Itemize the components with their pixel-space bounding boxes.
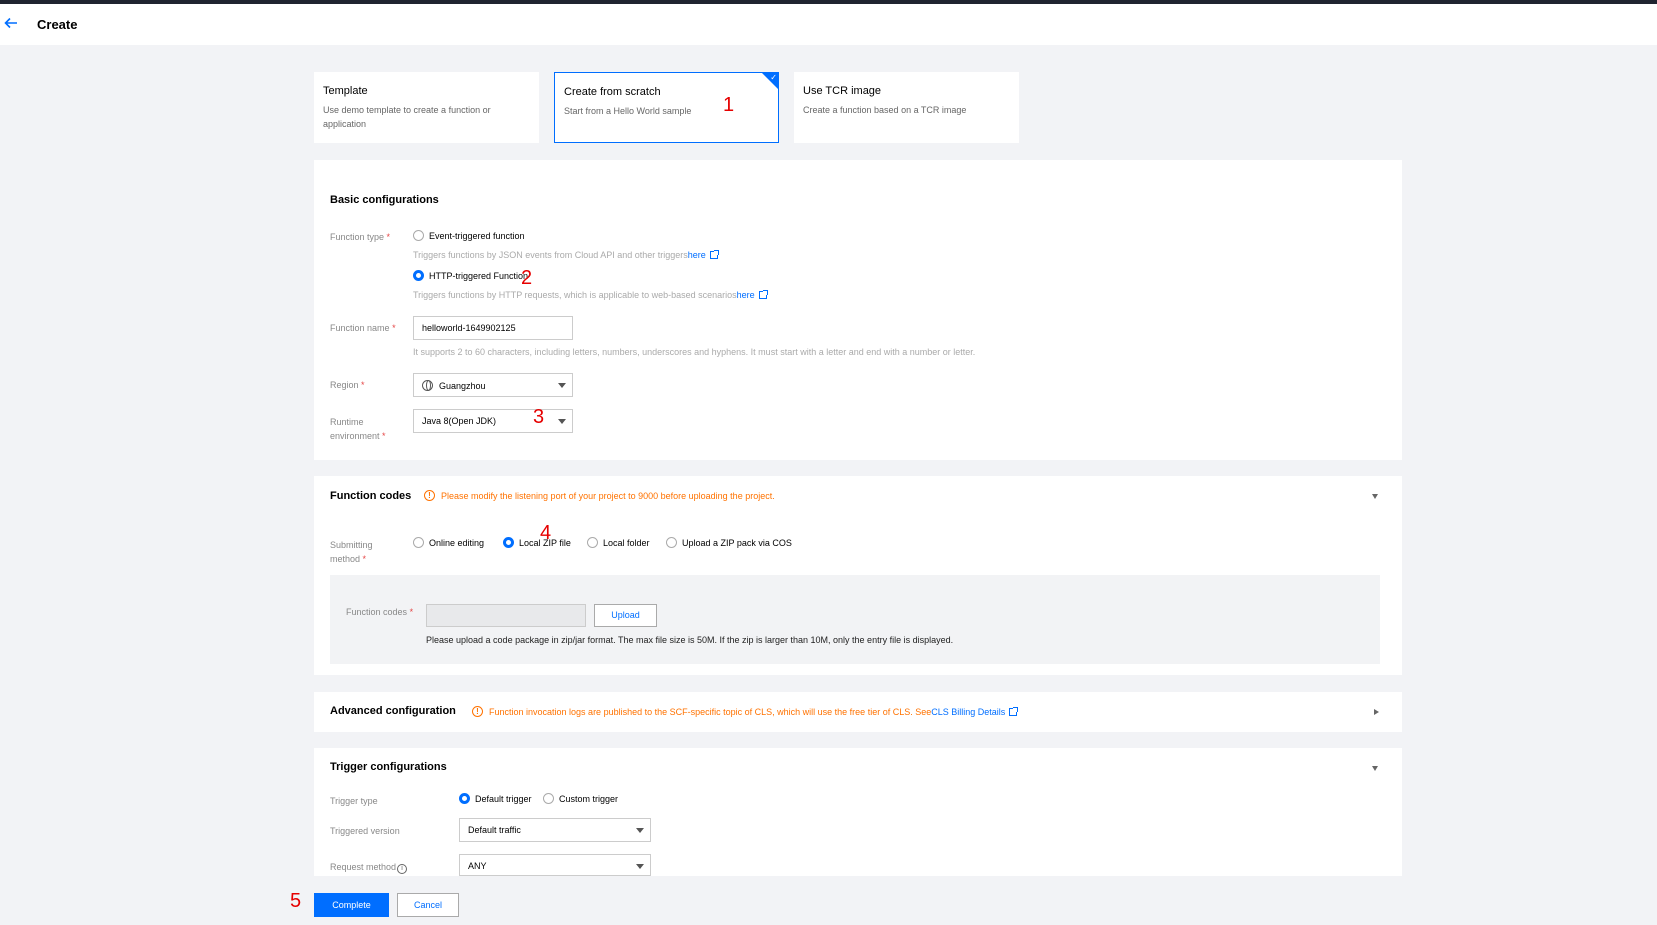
function-codes-label: Function codes * (346, 607, 414, 617)
http-here-link[interactable]: here (737, 290, 755, 300)
card-title: Template (323, 85, 368, 97)
check-icon: ✓ (770, 73, 777, 82)
page-header: Create (0, 4, 1657, 45)
card-use-tcr-image[interactable]: Use TCR image Create a function based on… (794, 72, 1019, 143)
collapse-icon[interactable] (1372, 494, 1378, 499)
chevron-down-icon (558, 419, 566, 424)
warning-icon: ! (424, 490, 435, 501)
annotation-3: 3 (533, 406, 545, 428)
radio-dot (666, 537, 677, 548)
cls-billing-link[interactable]: CLS Billing Details (931, 707, 1005, 717)
radio-local-folder[interactable]: Local folder (587, 537, 650, 548)
section-title: Basic configurations (330, 194, 439, 206)
globe-icon (422, 380, 433, 391)
back-arrow-icon[interactable] (4, 16, 18, 30)
info-icon[interactable]: i (397, 864, 408, 874)
radio-custom-trigger[interactable]: Custom trigger (543, 793, 618, 804)
chevron-down-icon (636, 864, 644, 869)
event-hint: Triggers functions by JSON events from C… (413, 250, 719, 260)
radio-dot (543, 793, 554, 804)
annotation-5: 5 (290, 890, 302, 912)
event-here-link[interactable]: here (688, 250, 706, 260)
upload-hint: Please upload a code package in zip/jar … (426, 635, 954, 645)
radio-default-trigger[interactable]: Default trigger (459, 793, 532, 804)
external-link-icon[interactable] (1009, 706, 1019, 716)
radio-dot (413, 537, 424, 548)
request-method-select[interactable]: ANY (459, 854, 651, 876)
card-desc: Create a function based on a TCR image (803, 105, 967, 115)
radio-dot-selected (459, 793, 470, 804)
file-path-input[interactable] (426, 604, 586, 627)
page-title: Create (37, 17, 78, 32)
card-desc: Use demo template to create a function o… (323, 105, 491, 129)
runtime-label: Runtime environment * (330, 417, 386, 441)
warning-icon: ! (472, 706, 483, 717)
function-name-input[interactable]: helloworld-1649902125 (413, 316, 573, 340)
http-hint: Triggers functions by HTTP requests, whi… (413, 290, 768, 300)
radio-upload-cos[interactable]: Upload a ZIP pack via COS (666, 537, 792, 548)
radio-dot-selected (503, 537, 514, 548)
annotation-4: 4 (540, 522, 552, 544)
card-create-from-scratch[interactable]: ✓ Create from scratch Start from a Hello… (554, 72, 779, 143)
triggered-version-label: Triggered version (330, 826, 400, 836)
external-link-icon[interactable] (758, 290, 768, 299)
region-label: Region * (330, 380, 365, 390)
radio-local-zip[interactable]: Local ZIP file (503, 537, 571, 548)
radio-event-triggered[interactable]: Event-triggered function (413, 230, 525, 241)
radio-dot (587, 537, 598, 548)
request-method-label: Request method i (330, 860, 408, 874)
basic-config-panel: Basic configurations Function type * Eve… (314, 160, 1402, 460)
function-name-label: Function name * (330, 323, 396, 333)
radio-http-triggered[interactable]: HTTP-triggered Function (413, 270, 528, 281)
trigger-type-label: Trigger type (330, 796, 378, 806)
annotation-1: 1 (723, 94, 735, 116)
runtime-select[interactable]: Java 8(Open JDK) (413, 409, 573, 433)
card-title: Create from scratch (564, 86, 661, 98)
card-desc: Start from a Hello World sample (564, 106, 692, 116)
upload-button[interactable]: Upload (594, 604, 657, 627)
triggered-version-select[interactable]: Default traffic (459, 818, 651, 842)
complete-button[interactable]: Complete (314, 893, 389, 917)
radio-dot-selected (413, 270, 424, 281)
radio-online-editing[interactable]: Online editing (413, 537, 484, 548)
section-title: Trigger configurations (330, 761, 447, 773)
external-link-icon[interactable] (709, 250, 719, 259)
region-select[interactable]: Guangzhou (413, 373, 573, 397)
trigger-config-panel: Trigger configurations Trigger type Defa… (314, 748, 1402, 876)
cancel-button[interactable]: Cancel (397, 893, 459, 917)
function-name-hint: It supports 2 to 60 characters, includin… (413, 347, 976, 357)
card-title: Use TCR image (803, 85, 882, 97)
expand-icon[interactable] (1374, 709, 1379, 715)
codes-warning: ! Please modify the listening port of you… (424, 490, 775, 501)
upload-area: Function codes * Upload Please upload a … (330, 575, 1380, 664)
collapse-icon[interactable] (1372, 766, 1378, 771)
submitting-method-label: Submitting method * (330, 540, 373, 564)
chevron-down-icon (558, 383, 566, 388)
advanced-warning: ! Function invocation logs are published … (472, 706, 1019, 717)
function-type-label: Function type * (330, 232, 391, 242)
radio-dot (413, 230, 424, 241)
section-title: Function codes (330, 490, 412, 502)
chevron-down-icon (636, 828, 644, 833)
function-codes-panel: Function codes ! Please modify the listen… (314, 476, 1402, 675)
advanced-config-panel: Advanced configuration ! Function invocat… (314, 692, 1402, 732)
annotation-2: 2 (521, 267, 533, 289)
card-template[interactable]: Template Use demo template to create a f… (314, 72, 539, 143)
section-title: Advanced configuration (330, 705, 456, 717)
